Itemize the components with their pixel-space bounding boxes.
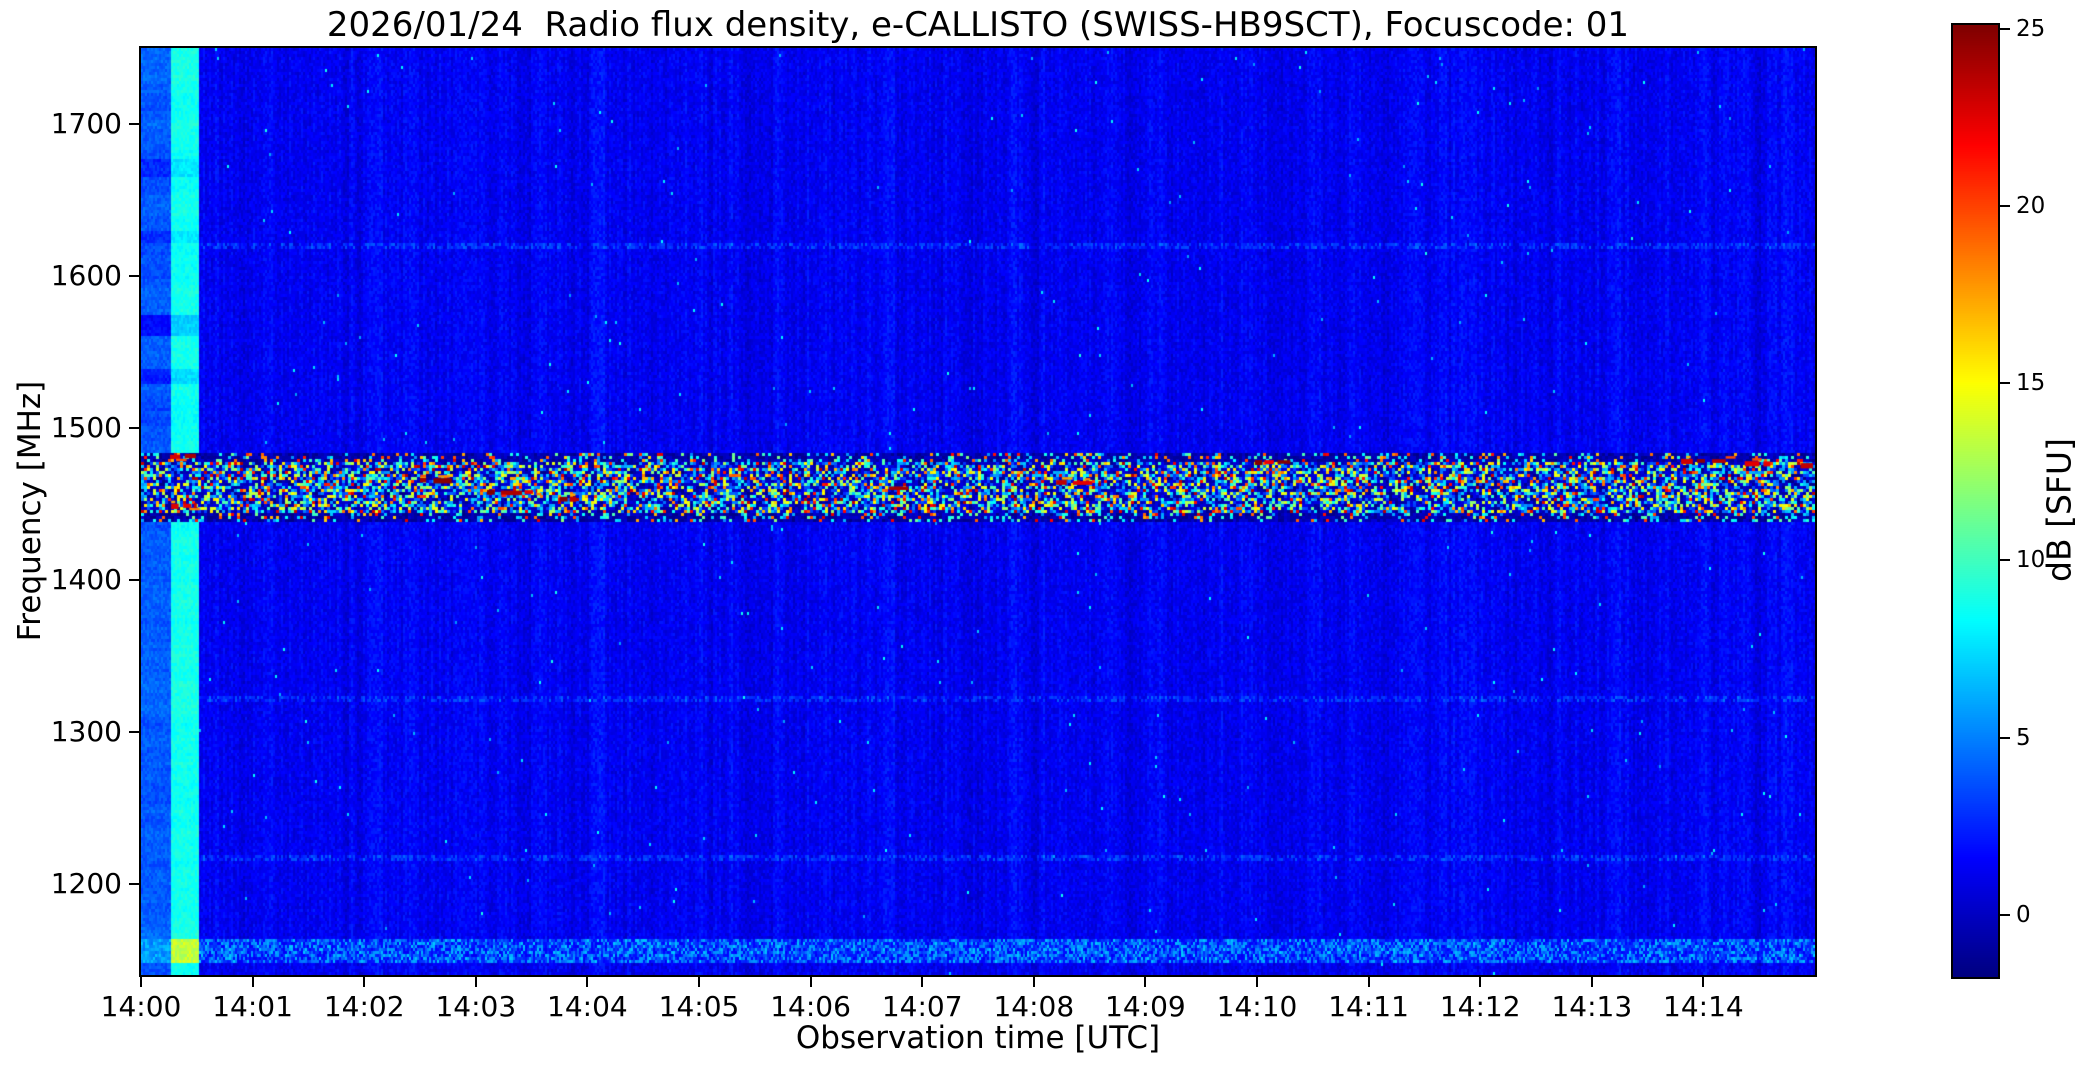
colorbar-tick-mark: [2000, 27, 2010, 30]
x-axis-label: Observation time [UTC]: [795, 1020, 1161, 1056]
colorbar-tick-label: 0: [2016, 901, 2031, 928]
x-tick-mark: [921, 977, 924, 987]
y-tick-mark: [129, 274, 139, 277]
colorbar-frame: [1951, 23, 2000, 979]
colorbar-tick-mark: [2000, 559, 2010, 562]
x-tick-mark: [474, 977, 477, 987]
x-tick-mark: [1479, 977, 1482, 987]
plot-area-frame: [139, 46, 1817, 977]
spectrogram-canvas: [141, 48, 1815, 975]
plot-title: 2026/01/24 Radio flux density, e-CALLIST…: [326, 5, 1630, 45]
x-tick-mark: [586, 977, 589, 987]
x-tick-label: 14:14: [1663, 990, 1744, 1023]
y-tick-mark: [129, 426, 139, 429]
y-axis-label: Frequency [MHz]: [12, 380, 48, 642]
colorbar-tick-mark: [2000, 204, 2010, 207]
x-tick-mark: [1144, 977, 1147, 987]
y-tick-label: 1600: [50, 258, 122, 292]
y-tick-label: 1300: [50, 714, 122, 748]
y-tick-mark: [129, 882, 139, 885]
x-tick-mark: [1032, 977, 1035, 987]
x-tick-mark: [698, 977, 700, 987]
colorbar-gradient: [1953, 25, 1998, 977]
colorbar-tick-label: 5: [2016, 724, 2031, 751]
x-tick-mark: [1256, 977, 1258, 987]
x-tick-mark: [1702, 977, 1705, 987]
colorbar-tick-mark: [2000, 736, 2010, 739]
colorbar-tick-mark: [2000, 382, 2010, 385]
x-tick-mark: [1590, 977, 1593, 987]
colorbar-axis-label: dB [SFU]: [2039, 438, 2079, 582]
spectrogram-figure: 2026/01/24 Radio flux density, e-CALLIST…: [0, 0, 2082, 1067]
x-tick-mark: [140, 977, 142, 987]
y-tick-mark: [129, 578, 139, 581]
x-tick-mark: [251, 977, 254, 987]
colorbar-tick-label: 20: [2016, 192, 2046, 219]
y-tick-mark: [129, 122, 139, 125]
y-tick-label: 1200: [50, 866, 122, 900]
colorbar-tick-mark: [2000, 913, 2010, 916]
y-tick-mark: [129, 730, 139, 733]
x-tick-mark: [809, 977, 812, 987]
colorbar-tick-label: 25: [2016, 15, 2046, 42]
colorbar-tick-label: 15: [2016, 370, 2046, 397]
x-tick-mark: [363, 977, 366, 987]
y-tick-label: 1700: [50, 106, 122, 140]
x-tick-mark: [1367, 977, 1370, 987]
